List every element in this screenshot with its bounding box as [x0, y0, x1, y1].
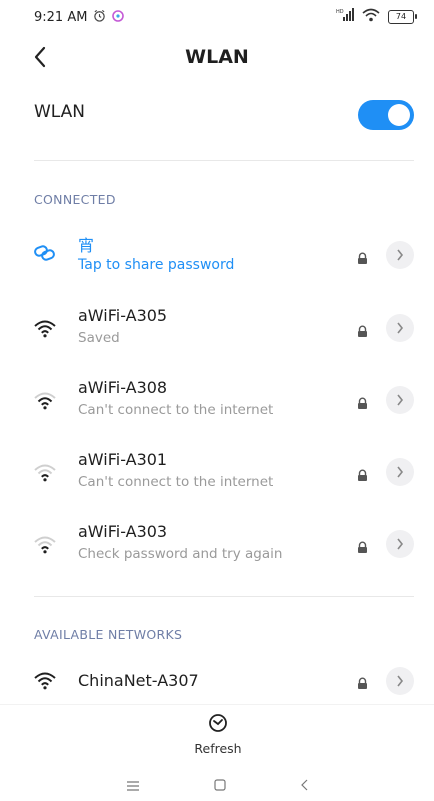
divider [34, 596, 414, 597]
network-status: Check password and try again [78, 546, 283, 562]
network-detail-button[interactable] [386, 241, 414, 269]
status-time: 9:21 AM [34, 10, 88, 25]
toggle-knob [388, 104, 410, 126]
refresh-bar: Refresh [0, 704, 434, 767]
chevron-right-icon [397, 249, 404, 261]
connected-network-name: 宵 [78, 236, 95, 255]
wifi-signal-strong-icon [34, 672, 58, 692]
lock-icon [356, 395, 370, 409]
status-left: 9:21 AM [34, 9, 125, 26]
menu-nav-button[interactable] [126, 776, 140, 795]
refresh-icon [209, 714, 227, 732]
lock-icon [356, 675, 370, 689]
network-name: aWiFi-A308 [78, 378, 168, 397]
network-name: aWiFi-A301 [78, 450, 168, 469]
saved-network-row[interactable]: aWiFi-A308 Can't connect to the internet [34, 374, 414, 430]
wifi-signal-weak-icon [34, 464, 58, 484]
home-nav-button[interactable] [214, 776, 226, 795]
share-link-icon [34, 244, 58, 264]
network-name: aWiFi-A303 [78, 522, 168, 541]
back-nav-button[interactable] [300, 776, 308, 795]
wifi-signal-weak-icon [34, 536, 58, 556]
title-bar: WLAN [0, 38, 434, 80]
status-right: HD 74 [336, 8, 417, 25]
divider [34, 160, 414, 161]
network-name: ChinaNet-A307 [78, 671, 199, 690]
svg-text:HD: HD [336, 9, 344, 15]
alarm-icon [93, 9, 106, 26]
wifi-signal-strong-icon [34, 320, 58, 340]
battery-indicator: 74 [388, 9, 417, 24]
refresh-label: Refresh [194, 741, 242, 756]
network-detail-button[interactable] [386, 386, 414, 414]
connected-network-subtitle: Tap to share password [78, 257, 235, 273]
network-status: Saved [78, 330, 120, 346]
wlan-toggle-row: WLAN [34, 92, 414, 138]
connected-network-row[interactable]: 宵 Tap to share password [34, 230, 414, 286]
back-triangle-icon [301, 779, 308, 791]
network-detail-button[interactable] [386, 530, 414, 558]
saved-network-row[interactable]: aWiFi-A301 Can't connect to the internet [34, 446, 414, 502]
cell-signal-icon: HD [336, 8, 354, 25]
available-section-label: AVAILABLE NETWORKS [34, 627, 183, 642]
wlan-toggle[interactable] [358, 100, 414, 130]
chevron-right-icon [397, 675, 404, 687]
lock-icon [356, 250, 370, 264]
network-status: Can't connect to the internet [78, 474, 274, 490]
connected-section-label: CONNECTED [34, 192, 116, 207]
chevron-right-icon [397, 394, 404, 406]
saved-network-row[interactable]: aWiFi-A305 Saved [34, 302, 414, 358]
saved-network-row[interactable]: aWiFi-A303 Check password and try again [34, 518, 414, 574]
system-nav-bar [0, 770, 434, 801]
chevron-right-icon [397, 466, 404, 478]
network-detail-button[interactable] [386, 667, 414, 695]
chevron-right-icon [397, 538, 404, 550]
refresh-button[interactable]: Refresh [190, 713, 246, 763]
home-square-icon [214, 779, 226, 791]
lock-icon [356, 323, 370, 337]
network-detail-button[interactable] [386, 314, 414, 342]
network-detail-button[interactable] [386, 458, 414, 486]
lock-icon [356, 539, 370, 553]
wifi-signal-medium-icon [34, 392, 58, 412]
network-name: aWiFi-A305 [78, 306, 168, 325]
network-status: Can't connect to the internet [78, 402, 274, 418]
chevron-right-icon [397, 322, 404, 334]
status-bar: 9:21 AM HD 74 [0, 0, 434, 34]
app-notification-icon [112, 9, 125, 26]
wifi-status-icon [362, 8, 380, 25]
menu-icon [127, 781, 139, 791]
lock-icon [356, 467, 370, 481]
wlan-label: WLAN [34, 102, 86, 122]
page-title: WLAN [185, 46, 249, 68]
